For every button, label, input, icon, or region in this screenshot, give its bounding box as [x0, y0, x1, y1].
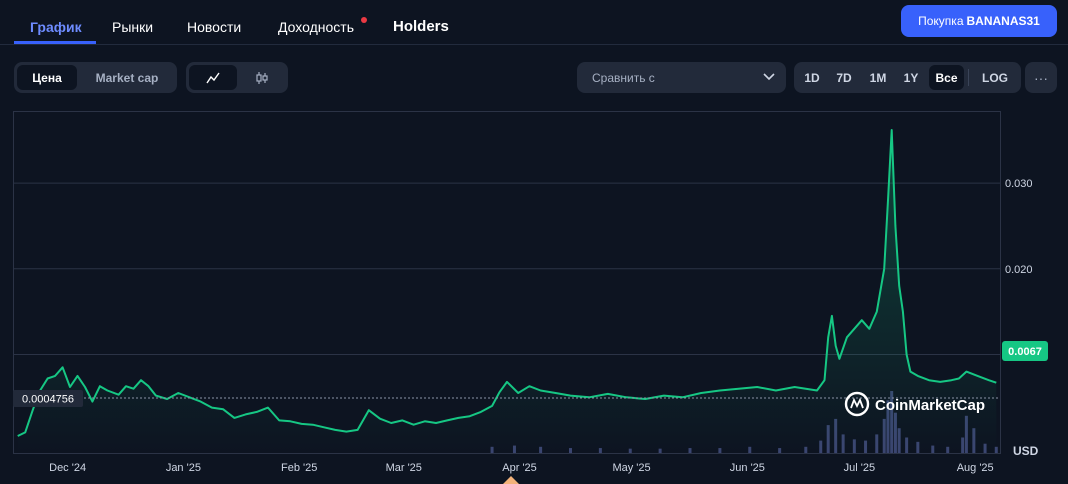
compare-select[interactable]: Сравнить с: [577, 62, 786, 93]
tab-yield[interactable]: Доходность: [278, 19, 354, 35]
log-scale-button[interactable]: LOG: [976, 65, 1014, 90]
price-chart-svg: 0.0100.0200.030 Dec '24Jan '25Feb '25Mar…: [13, 111, 1048, 484]
y-tick-label: 0.030: [1005, 178, 1033, 190]
chart-style-toggle: [186, 62, 288, 93]
tab-holders[interactable]: Holders: [393, 18, 449, 35]
x-tick-label: Apr '25: [502, 462, 537, 474]
x-tick-label: May '25: [612, 462, 650, 474]
range-selector: 1D 7D 1M 1Y Все LOG: [794, 62, 1021, 93]
more-options-button[interactable]: ···: [1025, 62, 1057, 93]
range-1y-button[interactable]: 1Y: [897, 65, 925, 90]
range-all-button[interactable]: Все: [929, 65, 964, 90]
candlestick-icon[interactable]: [239, 65, 285, 90]
watermark-text: CoinMarketCap: [875, 397, 985, 414]
range-divider: [968, 69, 969, 86]
buy-button-prefix: Покупка: [918, 14, 964, 28]
view-price-button[interactable]: Цена: [17, 65, 77, 90]
view-market-cap-button[interactable]: Market cap: [80, 65, 174, 90]
scroll-marker-icon[interactable]: [503, 476, 519, 484]
x-tick-label: Dec '24: [49, 462, 86, 474]
notification-dot: [361, 17, 367, 23]
tab-chart[interactable]: График: [30, 19, 82, 35]
range-1m-button[interactable]: 1M: [864, 65, 892, 90]
range-7d-button[interactable]: 7D: [830, 65, 858, 90]
currency-label: USD: [1013, 444, 1039, 458]
price-chart[interactable]: 0.0100.0200.030 Dec '24Jan '25Feb '25Mar…: [0, 108, 1068, 484]
range-1d-button[interactable]: 1D: [798, 65, 826, 90]
compare-placeholder: Сравнить с: [592, 71, 655, 85]
current-price-badge: 0.0067: [1002, 341, 1048, 361]
current-price-label: 0.0067: [1008, 346, 1042, 358]
x-tick-label: Mar '25: [386, 462, 422, 474]
tab-news[interactable]: Новости: [187, 19, 241, 35]
buy-button[interactable]: Покупка BANANAS31: [901, 5, 1057, 37]
tab-bar: График Рынки Новости Доходность Holders …: [0, 0, 1068, 45]
chevron-down-icon: [763, 73, 775, 81]
y-tick-label: 0.020: [1005, 264, 1033, 276]
buy-button-token: BANANAS31: [966, 14, 1040, 28]
active-tab-indicator: [14, 41, 96, 44]
x-tick-label: Aug '25: [957, 462, 994, 474]
price-area-fill: [17, 130, 997, 453]
x-tick-label: Jul '25: [844, 462, 875, 474]
x-tick-label: Feb '25: [281, 462, 317, 474]
tab-markets[interactable]: Рынки: [112, 19, 153, 35]
x-tick-label: Jan '25: [166, 462, 201, 474]
start-price-badge: 0.0004756: [13, 390, 83, 407]
start-price-label: 0.0004756: [22, 394, 74, 406]
x-tick-label: Jun '25: [730, 462, 765, 474]
view-toggle: Цена Market cap: [14, 62, 177, 93]
line-chart-icon[interactable]: [189, 65, 237, 90]
